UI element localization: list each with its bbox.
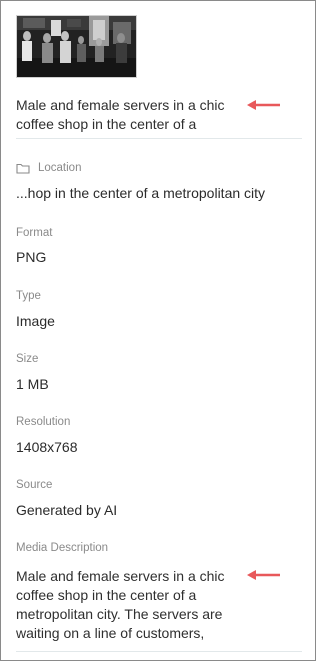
type-value: Image — [16, 313, 55, 329]
media-description-label: Media Description — [16, 542, 109, 554]
location-value[interactable]: ...hop in the center of a metropolitan c… — [16, 185, 265, 201]
bottom-divider — [16, 651, 302, 652]
format-label: Format — [16, 227, 53, 239]
source-value: Generated by AI — [16, 502, 118, 518]
media-description-value: Male and female servers in a chic coffee… — [16, 568, 225, 641]
folder-icon — [16, 163, 30, 174]
media-caption: Male and female servers in a chic coffee… — [16, 97, 225, 132]
location-label-row: Location — [16, 162, 81, 174]
media-details-panel: Male and female servers in a chic coffee… — [0, 0, 316, 661]
thumbnail-image — [17, 16, 136, 77]
resolution-label: Resolution — [16, 416, 71, 428]
resolution-value: 1408x768 — [16, 439, 78, 455]
media-thumbnail[interactable] — [16, 15, 137, 78]
source-label: Source — [16, 479, 53, 491]
size-value: 1 MB — [16, 376, 49, 392]
section-divider — [16, 138, 302, 139]
format-value: PNG — [16, 249, 47, 265]
red-arrow-icon — [247, 100, 280, 110]
location-label: Location — [38, 162, 82, 174]
red-arrow-icon — [247, 570, 280, 580]
type-label: Type — [16, 290, 41, 302]
size-label: Size — [16, 353, 39, 365]
